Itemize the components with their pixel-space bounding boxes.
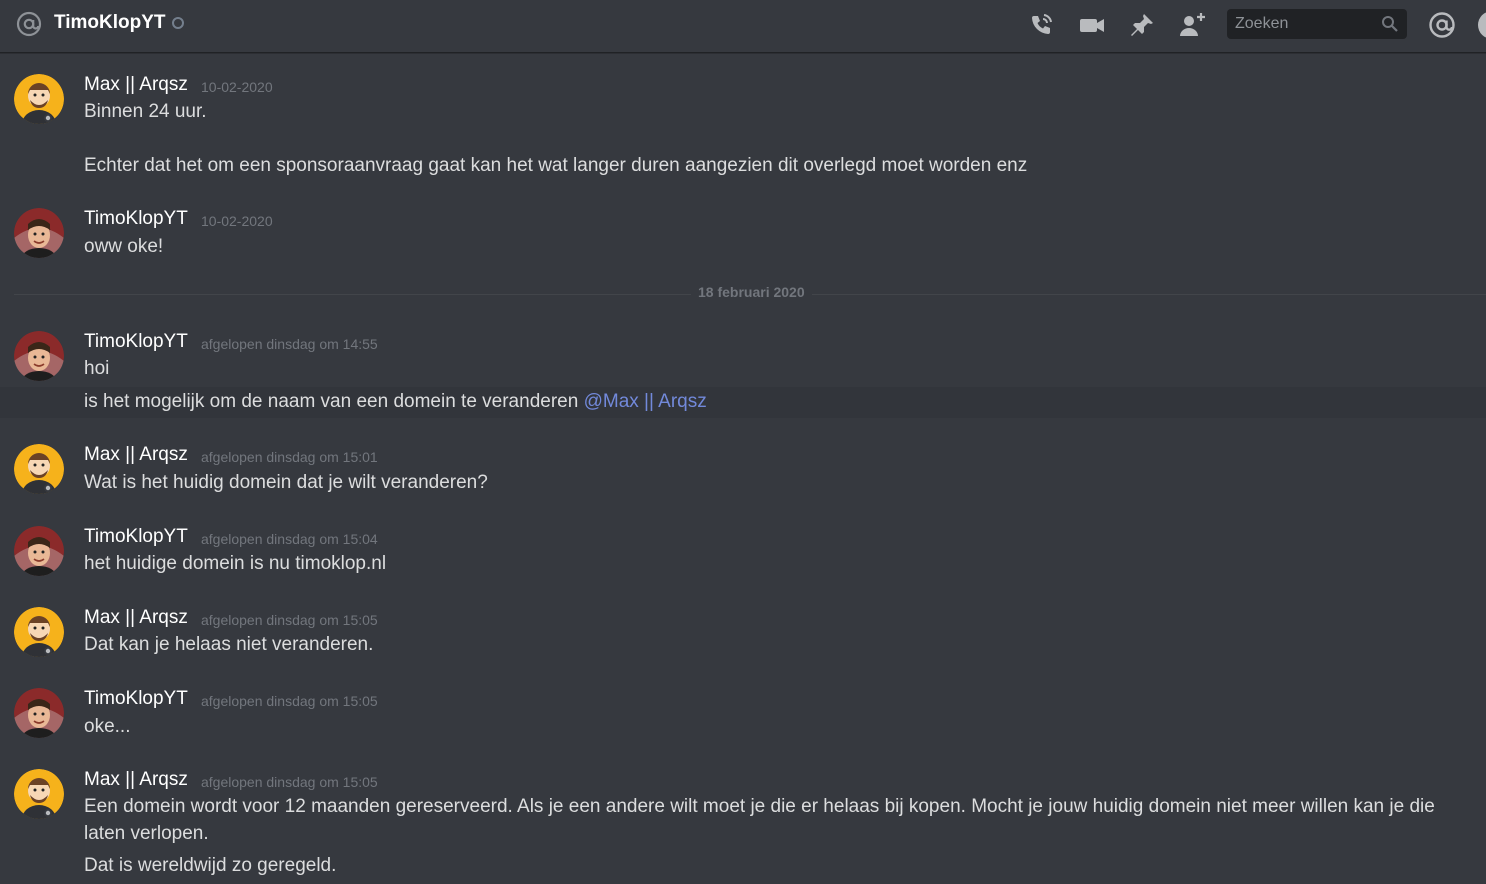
search-icon[interactable]	[1381, 15, 1399, 33]
message-text: Wat is het huidig domein dat je wilt ver…	[84, 472, 488, 493]
message-text: Binnen 24 uur.	[84, 101, 207, 122]
timestamp: afgelopen dinsdag om 15:05	[201, 693, 378, 709]
username[interactable]: Max || Arqsz	[84, 444, 188, 466]
help-icon[interactable]	[1478, 11, 1486, 39]
message-text: Dat is wereldwijd zo geregeld.	[84, 855, 337, 876]
timo-avatar[interactable]	[14, 526, 64, 576]
username[interactable]: TimoKlopYT	[84, 208, 188, 230]
add-friend-icon[interactable]	[1178, 11, 1206, 39]
timestamp: afgelopen dinsdag om 15:04	[201, 531, 378, 547]
offline-status-icon	[172, 17, 184, 29]
timestamp: afgelopen dinsdag om 15:05	[201, 774, 378, 790]
message-text: het huidige domein is nu timoklop.nl	[84, 553, 387, 574]
video-icon[interactable]	[1078, 11, 1106, 39]
timo-avatar[interactable]	[14, 688, 64, 738]
date-divider-label: 18 februari 2020	[691, 284, 812, 300]
timo-avatar[interactable]	[14, 208, 64, 258]
at-icon	[16, 11, 42, 37]
message-text: oke...	[84, 716, 131, 737]
max-avatar[interactable]	[14, 607, 64, 657]
timestamp: afgelopen dinsdag om 15:05	[201, 612, 378, 628]
max-avatar[interactable]	[14, 444, 64, 494]
username[interactable]: TimoKlopYT	[84, 331, 188, 353]
message-text: Een domein wordt voor 12 maanden gereser…	[84, 796, 1435, 844]
username[interactable]: TimoKlopYT	[84, 688, 188, 710]
timo-avatar[interactable]	[14, 331, 64, 381]
username[interactable]: Max || Arqsz	[84, 607, 188, 629]
search-box[interactable]	[1227, 9, 1407, 39]
message-text-part: is het mogelijk om de naam van een domei…	[84, 391, 584, 412]
timestamp: afgelopen dinsdag om 14:55	[201, 336, 378, 352]
max-avatar[interactable]	[14, 74, 64, 124]
message-text: Echter dat het om een sponsoraanvraag ga…	[84, 155, 1028, 176]
username[interactable]: Max || Arqsz	[84, 74, 188, 96]
timestamp: 10-02-2020	[201, 79, 273, 95]
user-mention[interactable]: @Max || Arqsz	[584, 391, 707, 412]
channel-header: TimoKlopYT	[0, 0, 1486, 53]
username[interactable]: Max || Arqsz	[84, 769, 188, 791]
max-avatar[interactable]	[14, 769, 64, 819]
message-text: oww oke!	[84, 236, 164, 257]
channel-name: TimoKlopYT	[54, 12, 166, 33]
mentions-icon[interactable]	[1428, 11, 1456, 39]
call-icon[interactable]	[1027, 11, 1055, 39]
message-text: hoi	[84, 358, 110, 379]
message-text: Dat kan je helaas niet veranderen.	[84, 634, 374, 655]
search-input[interactable]	[1227, 9, 1377, 39]
pin-icon[interactable]	[1128, 11, 1156, 39]
timestamp: 10-02-2020	[201, 213, 273, 229]
message-list: Max || Arqsz 10-02-2020 Binnen 24 uur. E…	[0, 54, 1486, 884]
timestamp: afgelopen dinsdag om 15:01	[201, 449, 378, 465]
username[interactable]: TimoKlopYT	[84, 526, 188, 548]
message-text: is het mogelijk om de naam van een domei…	[84, 391, 707, 413]
